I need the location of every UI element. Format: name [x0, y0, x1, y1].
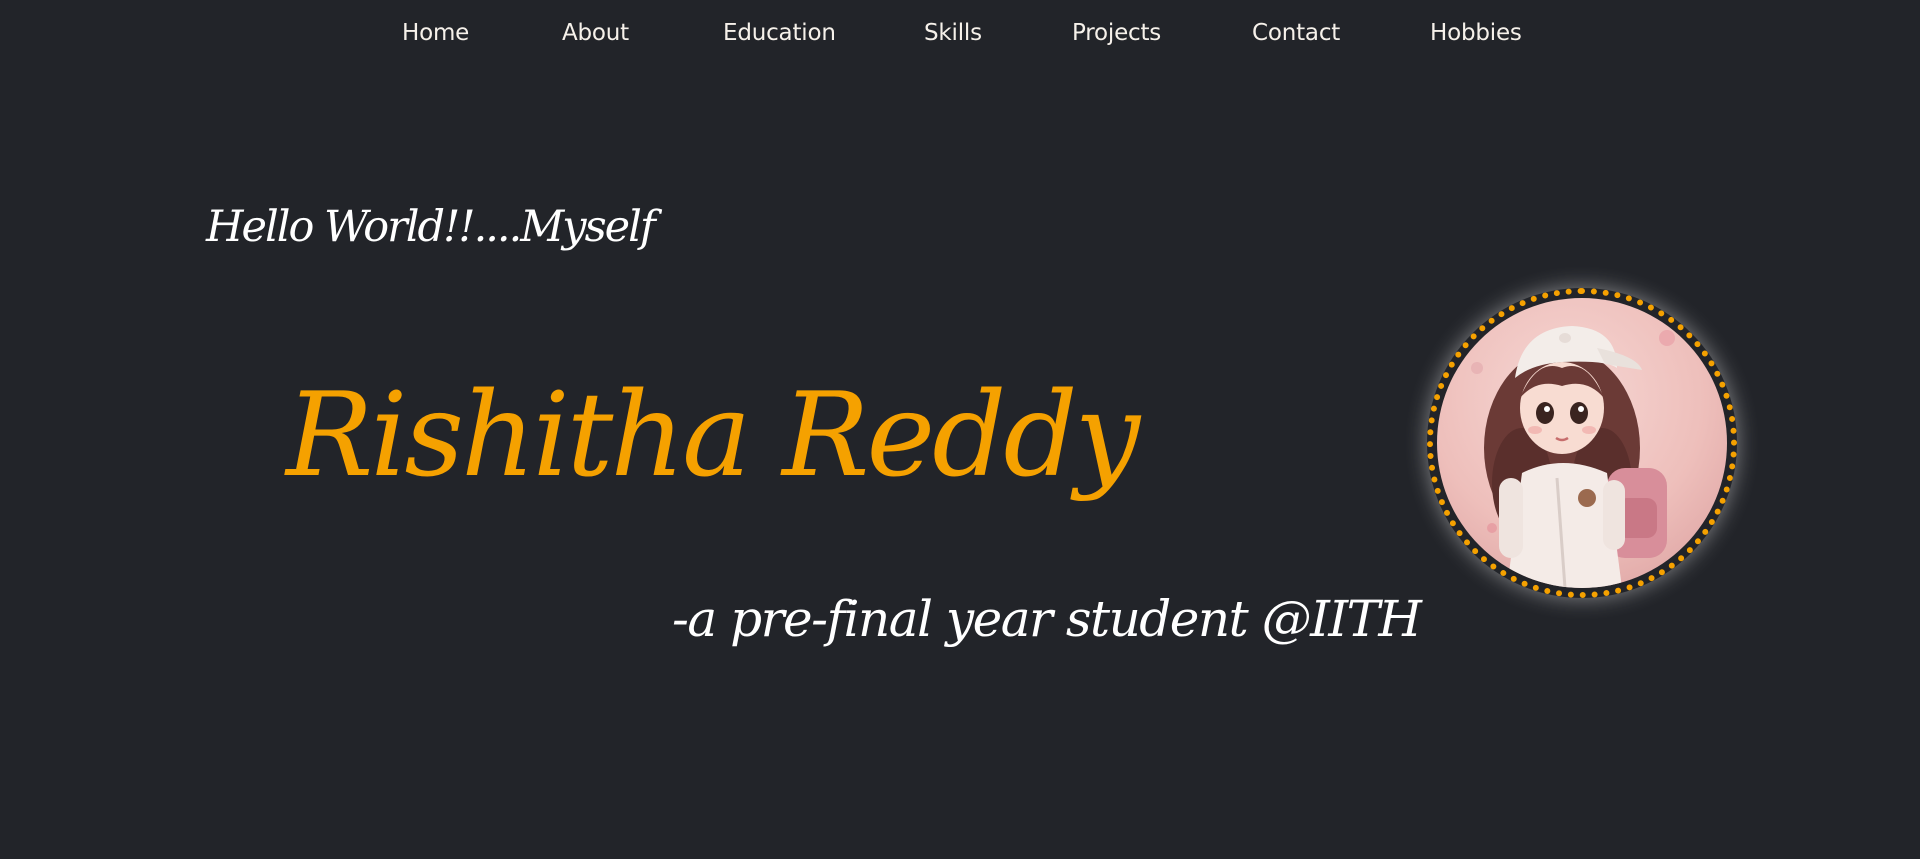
- nav-skills-link[interactable]: Skills: [924, 20, 982, 46]
- nav-hobbies-link[interactable]: Hobbies: [1430, 20, 1522, 46]
- girl-avatar-icon: [1437, 298, 1727, 588]
- girl-avatar-illustration: [1471, 326, 1675, 588]
- nav-about-link[interactable]: About: [562, 20, 629, 46]
- nav-education-link[interactable]: Education: [723, 20, 836, 46]
- hero-tagline: -a pre-final year student @IITH: [672, 590, 1422, 648]
- hero-name: Rishitha Reddy: [286, 368, 1140, 503]
- hero-greeting: Hello World!!....Myself: [206, 202, 656, 252]
- nav-home-link[interactable]: Home: [402, 20, 469, 46]
- nav-contact-link[interactable]: Contact: [1252, 20, 1340, 46]
- top-navigation: Home About Education Skills Projects Con…: [0, 0, 1920, 68]
- nav-projects-link[interactable]: Projects: [1072, 20, 1161, 46]
- profile-avatar-frame: [1427, 288, 1737, 598]
